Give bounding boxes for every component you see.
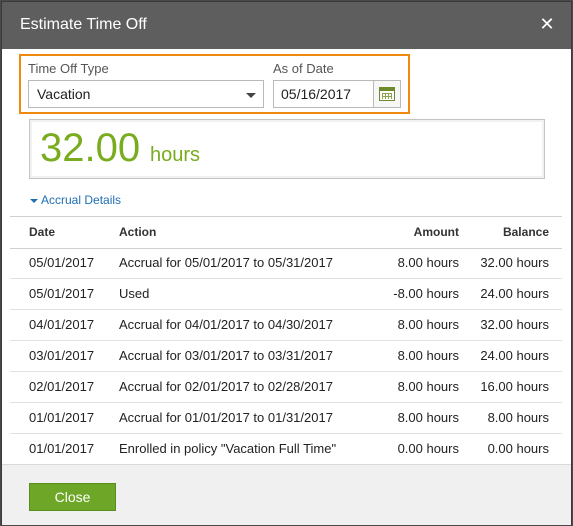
row-date: 04/01/2017 [29, 317, 95, 332]
accrual-details-toggle[interactable]: Accrual Details [30, 193, 121, 207]
table-row: 05/01/2017 Accrual for 05/01/2017 to 05/… [10, 247, 562, 279]
close-button[interactable]: Close [29, 483, 116, 511]
row-action: Accrual for 02/01/2017 to 02/28/2017 [119, 379, 333, 394]
as-of-date-label: As of Date [273, 61, 334, 76]
accrual-details-label: Accrual Details [41, 193, 122, 207]
row-amount: 8.00 hours [397, 317, 459, 332]
calendar-button[interactable] [373, 80, 401, 108]
row-date: 01/01/2017 [29, 441, 95, 456]
estimated-hours-value: 32.00 [40, 126, 141, 170]
as-of-date-value: 05/16/2017 [281, 86, 352, 102]
dialog-title: Estimate Time Off [20, 16, 147, 33]
estimate-time-off-dialog: Estimate Time Off ✕ Time Off Type Vacati… [1, 1, 572, 525]
as-of-date-input[interactable]: 05/16/2017 [273, 80, 374, 108]
table-header: Date Action Amount Balance [10, 216, 562, 249]
dialog-footer: Close [2, 464, 571, 525]
table-row: 01/01/2017 Accrual for 01/01/2017 to 01/… [10, 402, 562, 434]
row-amount: -8.00 hours [393, 286, 459, 301]
row-action: Accrual for 01/01/2017 to 01/31/2017 [119, 410, 333, 425]
header-action: Action [119, 225, 157, 239]
row-date: 05/01/2017 [29, 255, 95, 270]
row-amount: 0.00 hours [397, 441, 459, 456]
row-date: 01/01/2017 [29, 410, 95, 425]
row-amount: 8.00 hours [397, 348, 459, 363]
row-balance: 16.00 hours [480, 379, 549, 394]
row-action: Used [119, 286, 150, 301]
chevron-down-icon [246, 93, 256, 98]
close-icon[interactable]: ✕ [537, 13, 557, 35]
table-row: 01/01/2017 Enrolled in policy "Vacation … [10, 433, 562, 465]
header-amount: Amount [413, 225, 459, 239]
caret-down-icon [30, 198, 38, 203]
row-action: Enrolled in policy "Vacation Full Time" [119, 441, 337, 456]
row-date: 05/01/2017 [29, 286, 95, 301]
estimated-hours-box: 32.00 hours [29, 119, 545, 179]
time-off-type-value: Vacation [37, 86, 91, 102]
row-balance: 8.00 hours [487, 410, 549, 425]
header-date: Date [29, 225, 56, 239]
time-off-type-select[interactable]: Vacation [28, 80, 264, 108]
row-amount: 8.00 hours [397, 379, 459, 394]
row-amount: 8.00 hours [397, 410, 459, 425]
row-balance: 32.00 hours [480, 255, 549, 270]
table-row: 05/01/2017 Used -8.00 hours 24.00 hours [10, 278, 562, 310]
dialog-title-bar: Estimate Time Off ✕ [2, 2, 571, 49]
header-balance: Balance [502, 225, 549, 239]
row-balance: 32.00 hours [480, 317, 549, 332]
row-amount: 8.00 hours [397, 255, 459, 270]
time-off-type-label: Time Off Type [28, 61, 109, 76]
row-date: 03/01/2017 [29, 348, 95, 363]
row-balance: 24.00 hours [480, 348, 549, 363]
table-row: 02/01/2017 Accrual for 02/01/2017 to 02/… [10, 371, 562, 403]
row-balance: 24.00 hours [480, 286, 549, 301]
row-action: Accrual for 05/01/2017 to 05/31/2017 [119, 255, 333, 270]
row-action: Accrual for 04/01/2017 to 04/30/2017 [119, 317, 333, 332]
row-date: 02/01/2017 [29, 379, 95, 394]
table-row: 04/01/2017 Accrual for 04/01/2017 to 04/… [10, 309, 562, 341]
row-action: Accrual for 03/01/2017 to 03/31/2017 [119, 348, 333, 363]
row-balance: 0.00 hours [487, 441, 549, 456]
estimated-hours-unit: hours [150, 144, 201, 166]
calendar-icon [379, 87, 395, 101]
table-row: 03/01/2017 Accrual for 03/01/2017 to 03/… [10, 340, 562, 372]
